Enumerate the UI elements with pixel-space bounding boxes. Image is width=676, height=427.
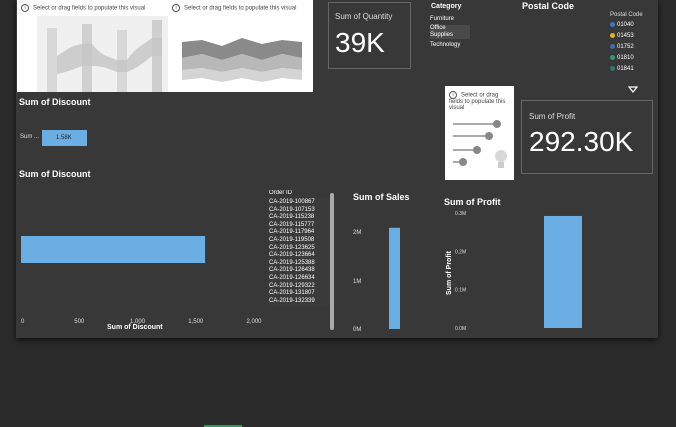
- category-slicer-item[interactable]: Technology: [430, 42, 460, 48]
- quantity-card[interactable]: Sum of Quantity 39K: [328, 2, 411, 69]
- legend-dot: [610, 21, 615, 27]
- profit-bar-chart[interactable]: 0.3M 0.2M 0.1M 0.0M Sum of Profit: [440, 205, 655, 335]
- discount-top-bar-label: 1.58K: [56, 135, 72, 141]
- sales-chart-title: Sum of Sales: [353, 192, 410, 202]
- postal-code-title: Postal Code: [522, 1, 575, 11]
- sales-bar-chart[interactable]: 2M 1M 0M: [350, 205, 410, 335]
- y-tick-label: 1M: [353, 279, 361, 285]
- order-id-items: CA-2019-100867 CA-2019-107153 CA-2019-1152…: [268, 199, 338, 306]
- discount-bar[interactable]: [21, 236, 206, 263]
- placeholder-visual-mid[interactable]: i Select or drag fields to populate this …: [168, 0, 313, 92]
- postal-legend-item[interactable]: 01040: [610, 20, 656, 31]
- postal-legend-code: 01841: [617, 66, 634, 72]
- postal-legend-item[interactable]: 01841: [610, 64, 656, 75]
- sales-bar[interactable]: [389, 227, 400, 329]
- placeholder-text: Select or drag fields to populate this v…: [184, 5, 297, 12]
- x-tick-label: 500: [74, 319, 85, 325]
- legend-dot: [610, 32, 615, 38]
- info-icon: i: [21, 4, 29, 12]
- placeholder-visual-small[interactable]: i Select or drag fields to populate this …: [445, 86, 514, 180]
- order-id-header: Order ID: [269, 190, 293, 196]
- order-id-item[interactable]: CA-2019-126634: [269, 274, 335, 283]
- order-id-item[interactable]: CA-2019-119508: [269, 236, 335, 245]
- postal-legend-title: Postal Code: [610, 12, 643, 18]
- profit-card-label: Sum of Profit: [529, 112, 576, 121]
- discount-top-title: Sum of Discount: [19, 97, 91, 107]
- order-id-item[interactable]: CA-2019-117964: [269, 229, 335, 237]
- y-tick-label: 0.3M: [455, 211, 466, 217]
- order-id-item[interactable]: CA-2019-100867: [269, 199, 335, 207]
- postal-legend-code: 01810: [617, 55, 634, 61]
- legend-dot: [610, 65, 615, 71]
- info-icon: i: [172, 4, 180, 12]
- order-id-item[interactable]: CA-2019-123625: [269, 244, 335, 253]
- category-slicer[interactable]: Category Furniture Office Supplies Techn…: [430, 2, 490, 52]
- y-tick-label: 0.2M: [455, 249, 466, 255]
- placeholder-text: Select or drag fields to populate this v…: [449, 92, 506, 111]
- placeholder-stream-graphic: [182, 38, 302, 82]
- order-id-item[interactable]: CA-2019-115238: [269, 214, 335, 222]
- legend-dot: [610, 54, 615, 60]
- order-id-item[interactable]: CA-2019-129322: [269, 282, 335, 291]
- profit-bar[interactable]: [544, 215, 582, 328]
- order-id-list[interactable]: Order ID CA-2019-100867 CA-2019-107153 CA-…: [268, 190, 338, 334]
- quantity-card-label: Sum of Quantity: [335, 12, 393, 21]
- quantity-card-value: 39K: [335, 27, 385, 58]
- postal-legend-code: 01040: [617, 22, 634, 28]
- postal-legend-code: 01453: [617, 33, 634, 39]
- postal-code-legend[interactable]: Postal Code 01040 01453 01752 01810 0184…: [610, 12, 656, 96]
- discount-chart-title: Sum of Discount: [19, 169, 91, 179]
- y-tick-label: 0M: [353, 327, 361, 333]
- order-id-item[interactable]: CA-2019-132339: [269, 297, 335, 306]
- placeholder-visual-left[interactable]: i Select or drag fields to populate this …: [17, 0, 182, 92]
- order-id-item[interactable]: CA-2019-125388: [269, 259, 335, 268]
- postal-legend-code: 01752: [617, 44, 634, 50]
- legend-dot: [610, 43, 615, 49]
- x-tick-label: 0: [21, 319, 25, 325]
- profit-card[interactable]: Sum of Profit 292.30K: [521, 100, 653, 174]
- order-id-item[interactable]: CA-2019-123664: [269, 252, 335, 260]
- postal-legend-item[interactable]: 01752: [610, 42, 656, 53]
- category-slicer-item[interactable]: Furniture: [430, 16, 454, 22]
- info-icon: i: [449, 91, 457, 99]
- x-tick-label: 2,000: [246, 319, 262, 325]
- category-slicer-title: Category: [431, 3, 462, 10]
- placeholder-ribbon-graphic: [37, 16, 177, 92]
- y-tick-label: 0.1M: [455, 288, 466, 294]
- category-slicer-item[interactable]: Office Supplies: [430, 25, 470, 39]
- order-list-scrollbar[interactable]: [330, 193, 334, 330]
- chevron-down-icon[interactable]: [628, 86, 638, 93]
- placeholder-slider-graphic: [453, 120, 507, 168]
- discount-bar-chart[interactable]: 0 500 1,000 1,500 2,000: [17, 180, 267, 335]
- order-id-item[interactable]: CA-2019-126438: [269, 267, 335, 275]
- y-tick-label: 2M: [353, 230, 361, 236]
- order-id-item[interactable]: CA-2019-115777: [269, 221, 335, 230]
- discount-chart-xlabel: Sum of Discount: [107, 324, 163, 331]
- x-tick-label: 1,500: [188, 319, 204, 325]
- profit-card-value: 292.30K: [529, 126, 634, 157]
- discount-top-category: Sum ...: [20, 134, 40, 140]
- y-tick-label: 0.0M: [455, 326, 466, 332]
- postal-legend-item[interactable]: 01453: [610, 31, 656, 42]
- order-id-item[interactable]: CA-2019-107153: [269, 206, 335, 215]
- y-axis-label: Sum of Profit: [446, 250, 453, 295]
- discount-top-bar[interactable]: 1.58K: [42, 130, 87, 146]
- order-id-item[interactable]: CA-2019-131807: [269, 290, 335, 298]
- placeholder-text: Select or drag fields to populate this v…: [33, 5, 146, 12]
- postal-legend-item[interactable]: 01810: [610, 53, 656, 64]
